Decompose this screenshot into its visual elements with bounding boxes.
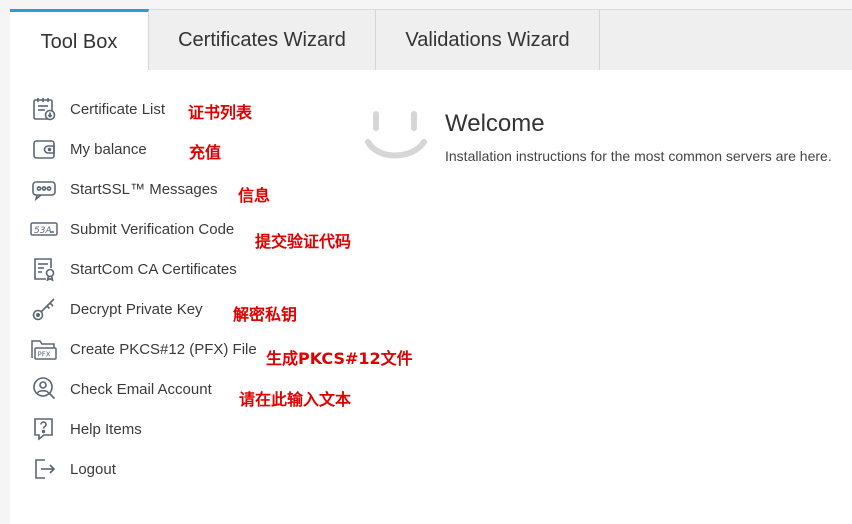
tab-certificates-wizard[interactable]: Certificates Wizard — [149, 10, 376, 70]
menu-item-label: Check Email Account — [70, 380, 212, 398]
menu-item-check-email-account[interactable]: Check Email Account — [30, 374, 212, 404]
menu-item-logout[interactable]: Logout — [30, 454, 116, 484]
annotation-decrypt-key: 解密私钥 — [233, 305, 298, 324]
svg-text:53A: 53A — [34, 226, 52, 236]
smiley-icon — [362, 108, 432, 168]
menu-item-label: My balance — [70, 140, 147, 158]
menu-item-label: Certificate List — [70, 100, 166, 118]
menu-item-label: Help Items — [70, 420, 142, 438]
menu-item-decrypt-private-key[interactable]: Decrypt Private Key — [30, 294, 203, 324]
ca-certificate-icon — [30, 255, 58, 283]
menu-item-label: StartCom CA Certificates — [70, 260, 237, 278]
annotation-check-email: 请在此输入文本 — [239, 390, 352, 409]
menu-item-create-pkcs12[interactable]: PFX Create PKCS#12 (PFX) File — [30, 334, 257, 364]
annotation-certificate-list: 证书列表 — [188, 103, 253, 122]
annotation-my-balance: 充值 — [189, 143, 222, 162]
tab-bar: Tool Box Certificates Wizard Validations… — [10, 9, 852, 73]
tool-box-panel: Certificate List My balance StartSSL™ Me… — [10, 70, 852, 524]
logout-icon — [30, 455, 58, 483]
menu-item-my-balance[interactable]: My balance — [30, 134, 147, 164]
menu-item-label: Decrypt Private Key — [70, 300, 203, 318]
menu-item-help-items[interactable]: Help Items — [30, 414, 142, 444]
wallet-icon — [30, 135, 58, 163]
help-icon — [30, 415, 58, 443]
menu-item-messages[interactable]: StartSSL™ Messages — [30, 174, 218, 204]
menu-item-ca-certificates[interactable]: StartCom CA Certificates — [30, 254, 237, 284]
menu-item-submit-verification-code[interactable]: 53A Submit Verification Code — [30, 214, 234, 244]
message-icon — [30, 175, 58, 203]
menu-item-label: Logout — [70, 460, 116, 478]
annotation-verification-code: 提交验证代码 — [255, 232, 352, 251]
tab-validations-wizard[interactable]: Validations Wizard — [376, 10, 600, 70]
annotation-messages: 信息 — [238, 186, 271, 205]
pfx-folder-icon: PFX — [30, 335, 58, 363]
menu-item-label: Create PKCS#12 (PFX) File — [70, 340, 257, 358]
welcome-title: Welcome — [445, 110, 545, 137]
email-search-icon — [30, 375, 58, 403]
certificate-list-icon — [30, 95, 58, 123]
verification-code-icon: 53A — [30, 215, 58, 243]
welcome-text: Installation instructions for the most c… — [445, 148, 832, 164]
menu-item-label: Submit Verification Code — [70, 220, 235, 238]
key-icon — [30, 295, 58, 323]
menu-item-label: StartSSL™ Messages — [70, 180, 218, 198]
annotation-create-pkcs12: 生成PKCS#12文件 — [266, 349, 413, 368]
menu-item-certificate-list[interactable]: Certificate List — [30, 94, 165, 124]
tab-tool-box[interactable]: Tool Box — [10, 9, 149, 73]
svg-text:PFX: PFX — [38, 351, 51, 359]
